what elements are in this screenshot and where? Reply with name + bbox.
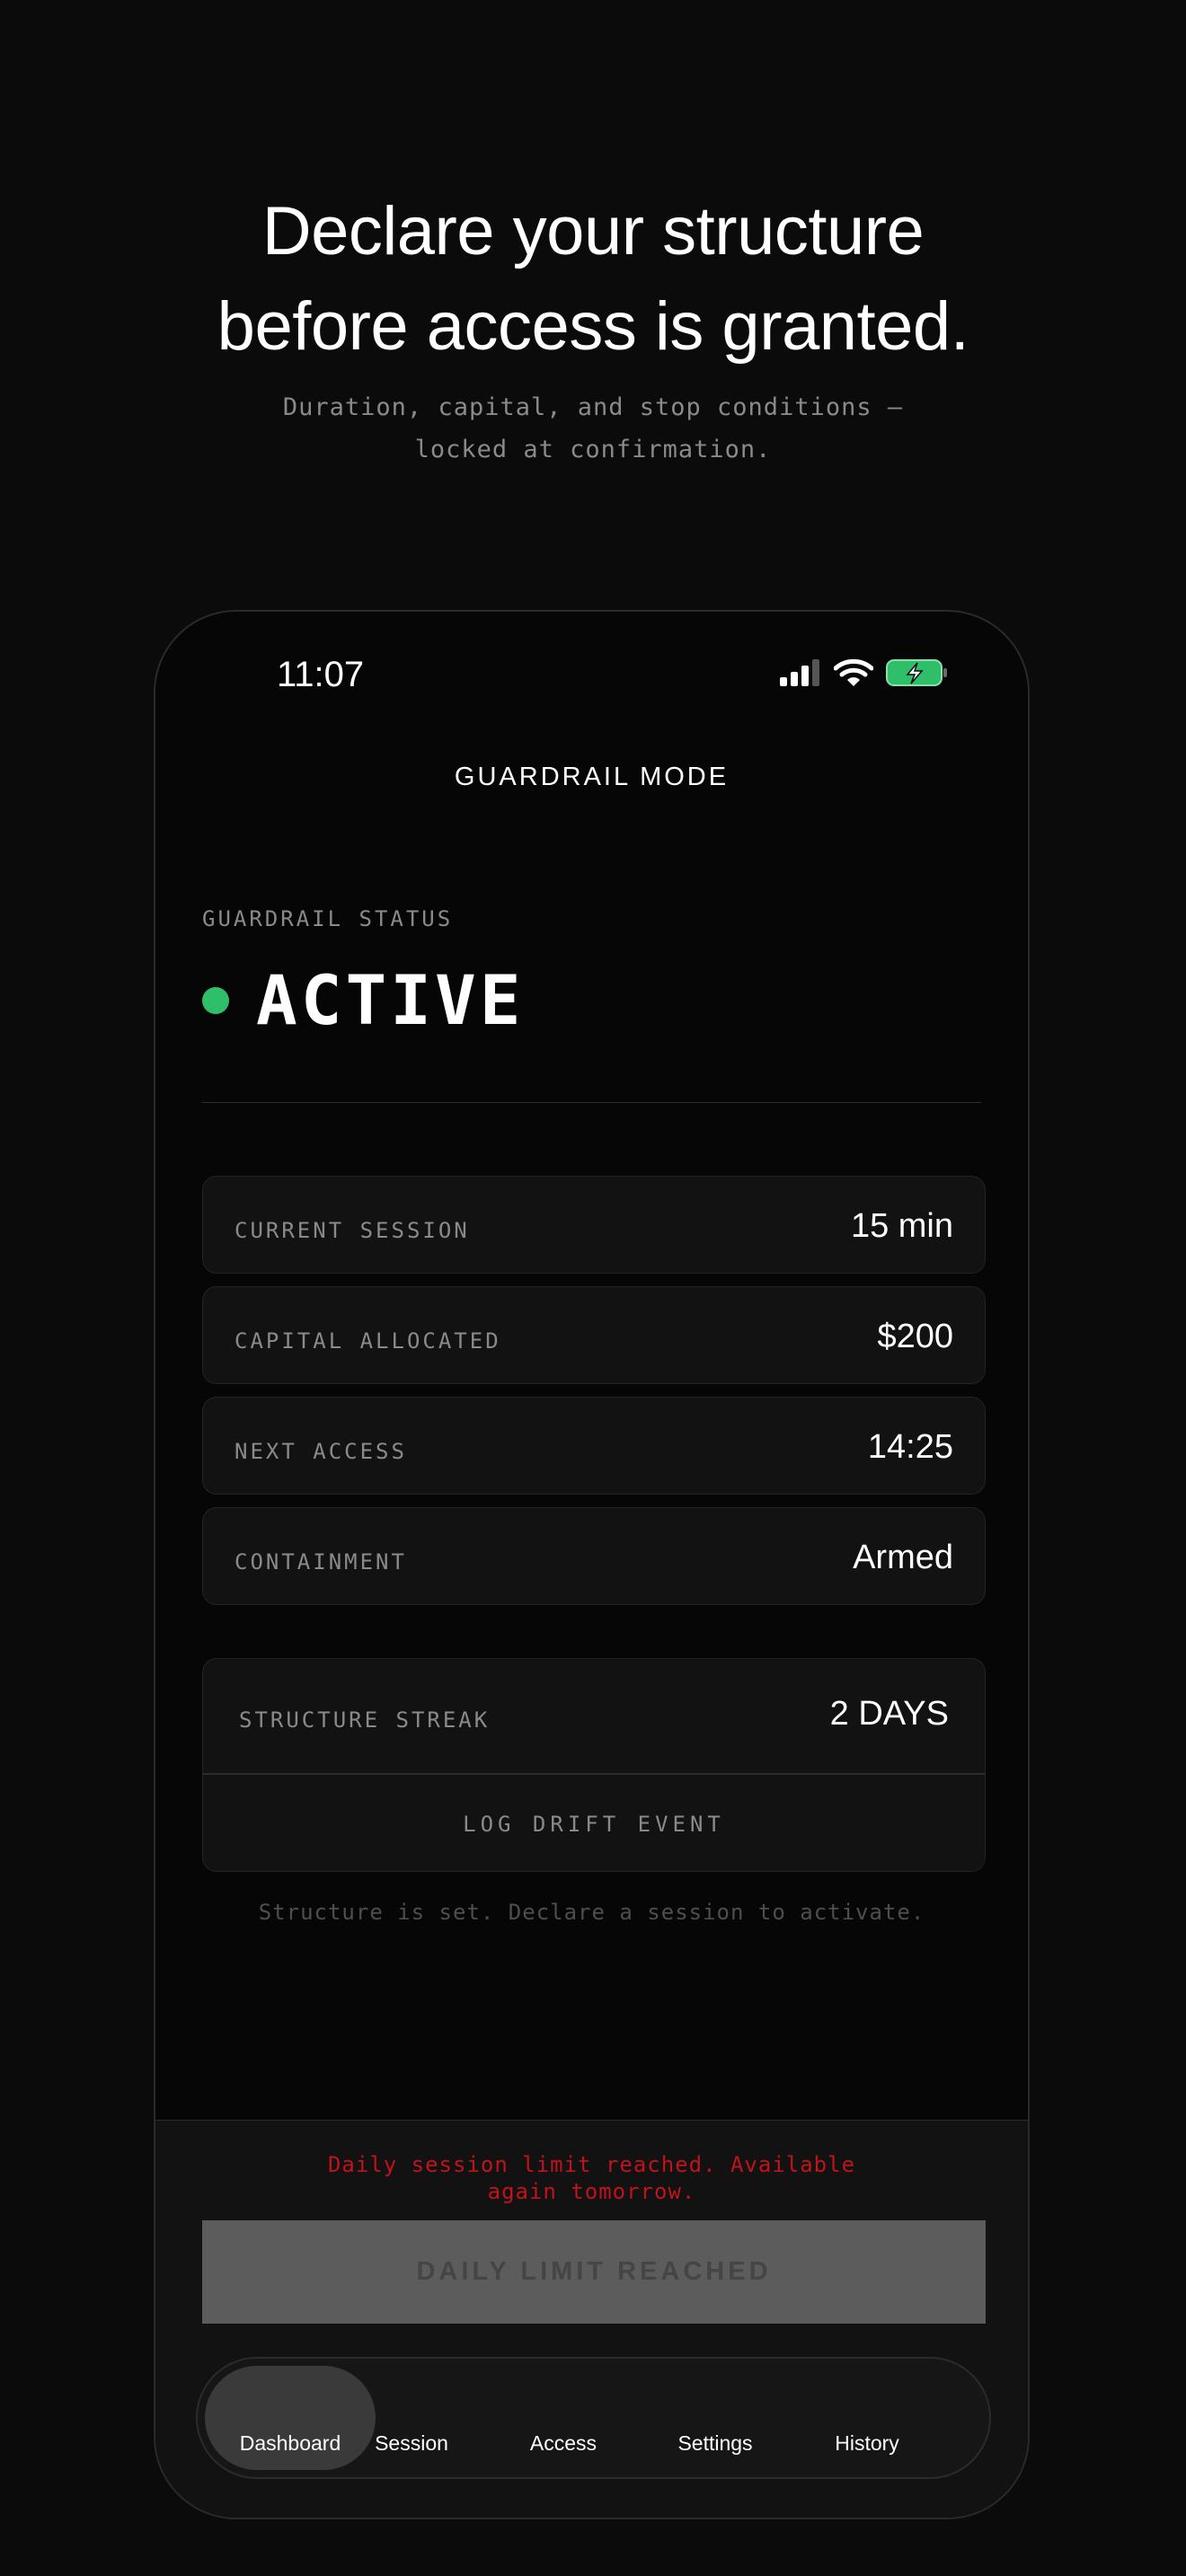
stat-label: NEXT ACCESS bbox=[235, 1439, 407, 1464]
bottom-action-area: Daily session limit reached. Available a… bbox=[155, 2120, 1028, 2518]
streak-value: 2 DAYS bbox=[829, 1695, 949, 1733]
hero-headline-line-1: Declare your structure bbox=[261, 193, 925, 269]
status-dot-icon bbox=[202, 987, 229, 1014]
stat-row-containment: CONTAINMENT Armed bbox=[202, 1507, 986, 1605]
tab-settings[interactable]: Settings bbox=[630, 2366, 801, 2470]
streak-summary: STRUCTURE STREAK 2 DAYS bbox=[203, 1659, 985, 1775]
hero-subhead: Duration, capital, and stop conditions —… bbox=[0, 386, 1186, 471]
guardrail-status-text: ACTIVE bbox=[256, 960, 525, 1040]
daily-limit-button[interactable]: DAILY LIMIT REACHED bbox=[202, 2220, 986, 2324]
tab-label: Session bbox=[375, 2431, 448, 2455]
structure-streak-card: STRUCTURE STREAK 2 DAYS LOG DRIFT EVENT bbox=[202, 1658, 986, 1872]
stat-label: CONTAINMENT bbox=[235, 1549, 407, 1575]
guardrail-status-label: GUARDRAIL STATUS bbox=[202, 906, 454, 931]
guardrail-status-value: ACTIVE bbox=[202, 966, 525, 1035]
stat-value: $200 bbox=[877, 1318, 953, 1355]
hero-headline-line-2: before access is granted. bbox=[217, 288, 969, 365]
tab-history[interactable]: History bbox=[782, 2366, 952, 2470]
status-bar-icons bbox=[780, 658, 949, 687]
wifi-icon bbox=[834, 658, 873, 686]
hero-subhead-line-2: locked at confirmation. bbox=[414, 436, 772, 463]
log-drift-event-button[interactable]: LOG DRIFT EVENT bbox=[203, 1775, 985, 1871]
tab-label: Settings bbox=[677, 2431, 753, 2455]
stat-label: CURRENT SESSION bbox=[235, 1218, 470, 1243]
daily-limit-message-line-2: again tomorrow. bbox=[487, 2179, 696, 2204]
hero-headline: Declare your structure before access is … bbox=[0, 184, 1186, 375]
divider bbox=[202, 1102, 981, 1103]
streak-label: STRUCTURE STREAK bbox=[239, 1707, 491, 1733]
tab-label: Access bbox=[529, 2431, 597, 2455]
phone-frame: 11:07 GUARDRAIL MODE GUARDRAIL STATUS AC… bbox=[154, 610, 1030, 2519]
stat-label: CAPITAL ALLOCATED bbox=[235, 1328, 501, 1354]
tab-label: History bbox=[835, 2431, 899, 2455]
tab-bar: Dashboard Session Access Settings Histor… bbox=[196, 2357, 991, 2479]
hint-text: Structure is set. Declare a session to a… bbox=[258, 1900, 925, 1925]
cellular-signal-icon bbox=[780, 659, 819, 686]
hero-subhead-line-1: Duration, capital, and stop conditions — bbox=[282, 393, 904, 421]
stat-row-current-session: CURRENT SESSION 15 min bbox=[202, 1176, 986, 1274]
stat-value: Armed bbox=[853, 1539, 953, 1576]
stat-row-capital-allocated: CAPITAL ALLOCATED $200 bbox=[202, 1286, 986, 1384]
daily-limit-message: Daily session limit reached. Available a… bbox=[155, 2151, 1028, 2205]
tab-access[interactable]: Access bbox=[478, 2366, 649, 2470]
daily-limit-message-line-1: Daily session limit reached. Available bbox=[327, 2152, 856, 2177]
stat-value: 15 min bbox=[850, 1207, 953, 1245]
screen-title: GUARDRAIL MODE bbox=[454, 763, 730, 791]
status-bar-time: 11:07 bbox=[277, 655, 365, 694]
battery-charging-icon bbox=[886, 659, 947, 686]
tab-session[interactable]: Session bbox=[326, 2366, 497, 2470]
stat-row-next-access: NEXT ACCESS 14:25 bbox=[202, 1397, 986, 1495]
stat-value: 14:25 bbox=[867, 1428, 953, 1466]
